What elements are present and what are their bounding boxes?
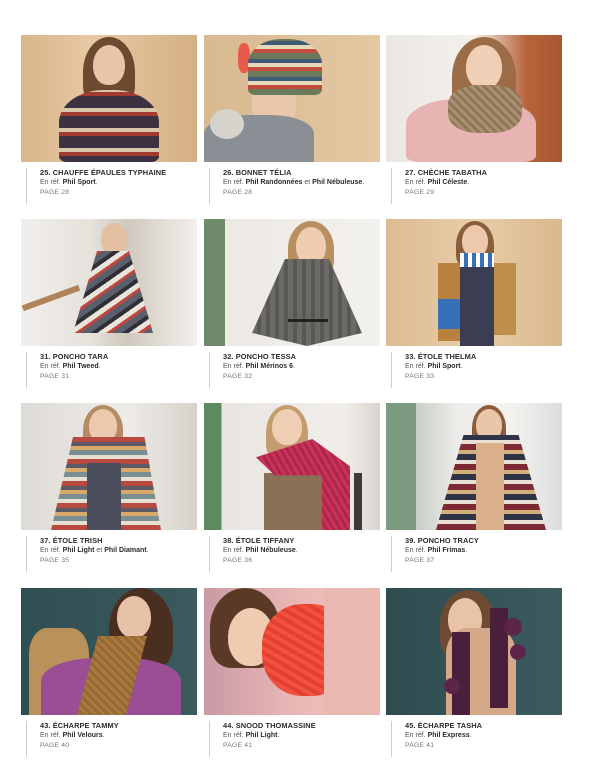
yarn-reference: En réf. Phil Light.: [223, 732, 280, 739]
product-title: 31. PONCHO TARA: [40, 352, 109, 361]
yarn-link[interactable]: Phil Nébuleuse: [312, 179, 362, 186]
product-card-typhaine[interactable]: 25. CHAUFFE ÉPAULES TYPHAINE En réf. Phi…: [21, 35, 197, 204]
yarn-link[interactable]: Phil Light: [63, 547, 95, 554]
yarn-link[interactable]: Phil Sport: [428, 363, 461, 370]
yarn-reference: En réf. Phil Nébuleuse.: [223, 547, 298, 554]
product-title: 27. CHÈCHE TABATHA: [405, 168, 488, 177]
page-number: PAGE 40: [40, 742, 70, 749]
page-number: PAGE 37: [405, 557, 435, 564]
product-title: 25. CHAUFFE ÉPAULES TYPHAINE: [40, 168, 167, 177]
product-photo[interactable]: [21, 403, 197, 530]
yarn-link[interactable]: Phil Express: [428, 732, 470, 739]
yarn-link[interactable]: Phil Nébuleuse: [246, 547, 296, 554]
product-title: 37. ÉTOLE TRISH: [40, 536, 103, 545]
yarn-reference: En réf. Phil Randonnées et Phil Nébuleus…: [223, 179, 365, 186]
product-title: 43. ÉCHARPE TAMMY: [40, 721, 119, 730]
product-photo[interactable]: [386, 35, 562, 162]
page-number: PAGE 33: [405, 373, 435, 380]
product-caption: 31. PONCHO TARA En réf. Phil Tweed. PAGE…: [21, 352, 197, 388]
product-card-tiffany[interactable]: 38. ÉTOLE TIFFANY En réf. Phil Nébuleuse…: [204, 403, 380, 572]
yarn-reference: En réf. Phil Sport.: [405, 363, 463, 370]
product-photo[interactable]: [204, 219, 380, 346]
product-card-thomassine[interactable]: 44. SNOOD THOMASSINE En réf. Phil Light.…: [204, 588, 380, 757]
product-photo[interactable]: [386, 219, 562, 346]
yarn-link[interactable]: Phil Randonnées: [246, 179, 303, 186]
yarn-link[interactable]: Phil Diamant: [104, 547, 146, 554]
product-photo[interactable]: [21, 219, 197, 346]
page-number: PAGE 36: [223, 557, 253, 564]
product-title: 39. PONCHO TRACY: [405, 536, 479, 545]
yarn-reference: En réf. Phil Céleste.: [405, 179, 470, 186]
product-photo[interactable]: [204, 403, 380, 530]
product-card-tabatha[interactable]: 27. CHÈCHE TABATHA En réf. Phil Céleste.…: [386, 35, 562, 204]
page-number: PAGE 35: [40, 557, 70, 564]
product-title: 32. PONCHO TESSA: [223, 352, 297, 361]
yarn-reference: En réf. Phil Mérinos 6.: [223, 363, 295, 370]
yarn-link[interactable]: Phil Mérinos 6: [246, 363, 293, 370]
product-card-thelma[interactable]: 33. ÉTOLE THELMA En réf. Phil Sport. PAG…: [386, 219, 562, 388]
product-card-tammy[interactable]: 43. ÉCHARPE TAMMY En réf. Phil Velours. …: [21, 588, 197, 757]
yarn-link[interactable]: Phil Sport: [63, 179, 96, 186]
product-caption: 45. ÉCHARPE TASHA En réf. Phil Express. …: [386, 721, 562, 757]
product-photo[interactable]: [21, 35, 197, 162]
product-photo[interactable]: [204, 588, 380, 715]
product-caption: 43. ÉCHARPE TAMMY En réf. Phil Velours. …: [21, 721, 197, 757]
product-title: 33. ÉTOLE THELMA: [405, 352, 477, 361]
product-caption: 26. BONNET TÉLIA En réf. Phil Randonnées…: [204, 168, 380, 204]
product-card-tessa[interactable]: 32. PONCHO TESSA En réf. Phil Mérinos 6.…: [204, 219, 380, 388]
product-title: 44. SNOOD THOMASSINE: [223, 721, 316, 730]
product-card-tasha[interactable]: 45. ÉCHARPE TASHA En réf. Phil Express. …: [386, 588, 562, 757]
product-caption: 32. PONCHO TESSA En réf. Phil Mérinos 6.…: [204, 352, 380, 388]
yarn-reference: En réf. Phil Tweed.: [40, 363, 101, 370]
yarn-link[interactable]: Phil Céleste: [428, 179, 468, 186]
product-card-trish[interactable]: 37. ÉTOLE TRISH En réf. Phil Light et Ph…: [21, 403, 197, 572]
page-number: PAGE 28: [40, 189, 70, 196]
yarn-link[interactable]: Phil Frimas: [428, 547, 466, 554]
page-number: PAGE 29: [405, 189, 435, 196]
yarn-reference: En réf. Phil Sport.: [40, 179, 98, 186]
page-number: PAGE 32: [223, 373, 253, 380]
product-title: 38. ÉTOLE TIFFANY: [223, 536, 295, 545]
product-caption: 44. SNOOD THOMASSINE En réf. Phil Light.…: [204, 721, 380, 757]
yarn-reference: En réf. Phil Light et Phil Diamant.: [40, 547, 149, 554]
yarn-reference: En réf. Phil Frimas.: [405, 547, 468, 554]
product-photo[interactable]: [21, 588, 197, 715]
product-photo[interactable]: [386, 588, 562, 715]
product-caption: 39. PONCHO TRACY En réf. Phil Frimas. PA…: [386, 536, 562, 572]
yarn-reference: En réf. Phil Express.: [405, 732, 472, 739]
product-title: 26. BONNET TÉLIA: [223, 168, 292, 177]
product-caption: 33. ÉTOLE THELMA En réf. Phil Sport. PAG…: [386, 352, 562, 388]
product-caption: 38. ÉTOLE TIFFANY En réf. Phil Nébuleuse…: [204, 536, 380, 572]
product-caption: 37. ÉTOLE TRISH En réf. Phil Light et Ph…: [21, 536, 197, 572]
yarn-reference: En réf. Phil Velours.: [40, 732, 105, 739]
yarn-link[interactable]: Phil Velours: [63, 732, 103, 739]
yarn-link[interactable]: Phil Tweed: [63, 363, 99, 370]
product-card-telia[interactable]: 26. BONNET TÉLIA En réf. Phil Randonnées…: [204, 35, 380, 204]
product-card-tracy[interactable]: 39. PONCHO TRACY En réf. Phil Frimas. PA…: [386, 403, 562, 572]
product-photo[interactable]: [386, 403, 562, 530]
product-title: 45. ÉCHARPE TASHA: [405, 721, 483, 730]
product-photo[interactable]: [204, 35, 380, 162]
page-number: PAGE 31: [40, 373, 70, 380]
page-number: PAGE 41: [405, 742, 435, 749]
product-caption: 25. CHAUFFE ÉPAULES TYPHAINE En réf. Phi…: [21, 168, 197, 204]
page-number: PAGE 28: [223, 189, 253, 196]
product-card-tara[interactable]: 31. PONCHO TARA En réf. Phil Tweed. PAGE…: [21, 219, 197, 388]
yarn-link[interactable]: Phil Light: [246, 732, 278, 739]
product-caption: 27. CHÈCHE TABATHA En réf. Phil Céleste.…: [386, 168, 562, 204]
page-number: PAGE 41: [223, 742, 253, 749]
